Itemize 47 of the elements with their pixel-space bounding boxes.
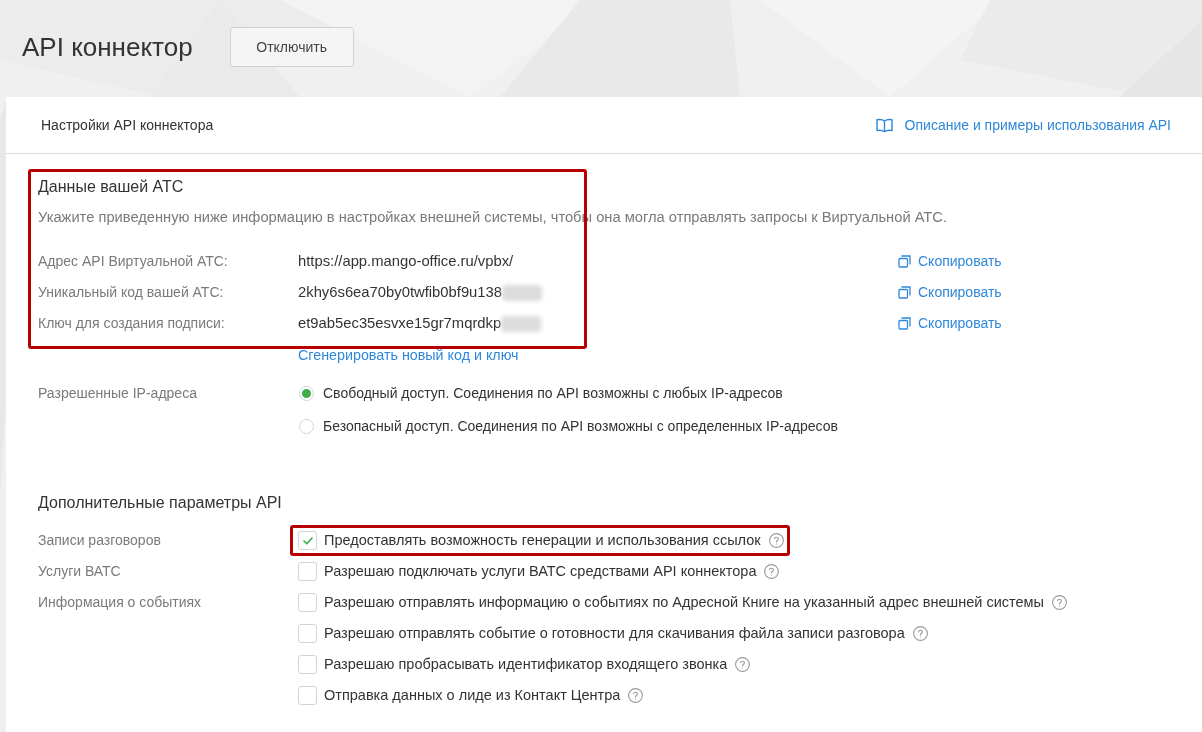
help-icon[interactable] <box>1051 595 1067 610</box>
page-title: API коннектор <box>22 31 193 64</box>
field-label: Уникальный код вашей АТС: <box>38 283 225 302</box>
check-icon <box>302 536 313 545</box>
docs-link[interactable]: Описание и примеры использования API <box>875 114 1171 136</box>
help-icon[interactable] <box>735 657 751 672</box>
book-icon <box>875 117 893 133</box>
checkbox[interactable] <box>298 655 317 674</box>
checkbox-label[interactable]: Разрешаю подключать услуги ВАТС средствами API коннектора <box>324 560 757 583</box>
help-icon[interactable] <box>764 564 780 579</box>
card-heading: Настройки API коннектора <box>41 115 214 135</box>
section-title: Данные вашей АТС <box>38 177 184 197</box>
radio-button[interactable] <box>299 419 314 434</box>
checkbox[interactable] <box>298 531 317 550</box>
field-label: Услуги ВАТС <box>38 562 121 581</box>
field-value: 2khy6s6ea70by0twfib0bf9u138 <box>298 283 503 303</box>
checkbox-label[interactable]: Разрешаю отправлять событие о готовности для скачивания файла записи разговора <box>324 622 905 645</box>
help-icon[interactable] <box>768 533 784 548</box>
checkbox-label[interactable]: Разрешаю отправлять информацию о событиях по Адресной Книге на указанный адрес внешней системы <box>324 591 1044 614</box>
copy-icon <box>898 317 911 330</box>
radio-button[interactable] <box>299 386 314 401</box>
copy-link[interactable]: Скопировать <box>898 313 1002 334</box>
field-value: et9ab5ec35esvxe15gr7mqrdkp <box>298 314 502 334</box>
checkbox-label[interactable]: Предоставлять возможность генерации и использования ссылок <box>324 529 761 552</box>
copy-icon <box>898 255 911 268</box>
help-icon[interactable] <box>912 626 928 641</box>
field-label: Адрес API Виртуальной АТС: <box>38 252 229 271</box>
help-icon[interactable] <box>628 688 644 703</box>
copy-link[interactable]: Скопировать <box>898 251 1002 272</box>
field-label: Информация о событиях <box>38 593 202 612</box>
option-label[interactable]: Безопасный доступ. Соединения по API возможны с определенных IP-адресов <box>323 416 838 437</box>
field-label: Разрешенные IP-адреса <box>38 384 197 403</box>
checkbox[interactable] <box>298 562 317 581</box>
copy-link[interactable]: Скопировать <box>898 282 1002 303</box>
checkbox[interactable] <box>298 686 317 705</box>
field-label: Ключ для создания подписи: <box>38 314 226 333</box>
checkbox-label[interactable]: Разрешаю пробрасывать идентификатор входящего звонка <box>324 653 728 676</box>
checkbox[interactable] <box>298 593 317 612</box>
disable-button[interactable]: Отключить <box>229 27 354 67</box>
checkbox[interactable] <box>298 624 317 643</box>
option-label[interactable]: Свободный доступ. Соединения по API возможны с любых IP-адресов <box>323 383 783 404</box>
copy-icon <box>898 286 911 299</box>
checkbox-label[interactable]: Отправка данных о лиде из Контакт Центра <box>324 684 621 707</box>
field-label: Записи разговоров <box>38 531 161 550</box>
generate-link[interactable]: Сгенерировать новый код и ключ <box>298 345 519 367</box>
field-value: https://app.mango-office.ru/vpbx/ <box>298 252 514 272</box>
section-title: Дополнительные параметры API <box>38 493 282 513</box>
